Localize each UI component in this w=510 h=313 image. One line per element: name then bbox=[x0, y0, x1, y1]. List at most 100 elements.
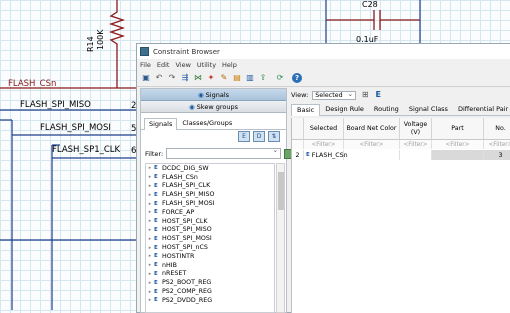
expand-triangle-icon[interactable]: ▸ bbox=[146, 253, 154, 259]
signal-list-item[interactable]: ▸ E HOST_SPI_MOSI bbox=[146, 234, 274, 243]
signals-section-bar[interactable]: ◉ Signals bbox=[141, 89, 286, 101]
tab-signal-class[interactable]: Signal Class bbox=[404, 104, 453, 115]
signal-filter-icon[interactable]: ⇶ bbox=[180, 73, 190, 83]
net-icon[interactable]: E bbox=[373, 90, 383, 100]
signal-list-item[interactable]: ▸ EnHIB bbox=[146, 261, 274, 270]
signal-list-item[interactable]: ▸ E HOST_SPI_CLK bbox=[146, 217, 274, 226]
row-board-net-color-cell[interactable] bbox=[344, 150, 400, 160]
net-icon: E bbox=[154, 226, 158, 233]
signal-list-item[interactable]: ▸ E HOSTINTR bbox=[146, 252, 274, 261]
menu-utility[interactable]: Utility bbox=[197, 61, 216, 69]
signal-list-item[interactable]: ▸ E FORCE_AP bbox=[146, 208, 274, 217]
filter-no[interactable]: <Filter> bbox=[484, 140, 510, 149]
view-row: View: Selected ⊞ E bbox=[291, 88, 510, 102]
expand-triangle-icon[interactable]: ▸ bbox=[146, 280, 154, 286]
expand-triangle-icon[interactable]: ▸ bbox=[146, 165, 154, 171]
expand-triangle-icon[interactable]: ▸ bbox=[146, 245, 154, 251]
expand-triangle-icon[interactable]: ▸ bbox=[146, 218, 154, 224]
signal-list-item[interactable]: ▸ E PS2_BOOT_REG bbox=[146, 278, 274, 287]
signal-list-item[interactable]: ▸ E FLASH_SPI_MISO bbox=[146, 190, 274, 199]
net-label-spi-mosi[interactable]: FLASH_SPI_MOSI bbox=[40, 123, 111, 133]
filter-board-net-color[interactable]: <Filter> bbox=[344, 140, 400, 149]
col-voltage[interactable]: Voltage (V) bbox=[400, 118, 432, 140]
signal-list-item[interactable]: ▸ E HOST_SPI_nCS bbox=[146, 243, 274, 252]
column-settings-icon[interactable]: ⊞ bbox=[360, 90, 370, 100]
filter-part[interactable]: <Filter> bbox=[432, 140, 484, 149]
undo-icon[interactable]: ↶ bbox=[154, 73, 164, 83]
tab-basic[interactable]: Basic bbox=[291, 104, 321, 116]
signal-list-item[interactable]: ▸ E HOST_SPI_MISO bbox=[146, 226, 274, 235]
redo-icon[interactable]: ↷ bbox=[167, 73, 177, 83]
scrollbar-thumb[interactable] bbox=[278, 172, 284, 210]
title-bar[interactable]: Constraint Browser bbox=[137, 44, 510, 59]
edit-rules-icon[interactable]: ✎ bbox=[219, 73, 229, 83]
row-no-cell[interactable]: 3 bbox=[484, 150, 510, 160]
net-label-flash-csn[interactable]: FLASH_CSn bbox=[8, 79, 56, 89]
menu-help[interactable]: Help bbox=[222, 61, 237, 69]
expand-triangle-icon[interactable]: ▸ bbox=[146, 201, 154, 207]
filter-row-index bbox=[292, 140, 304, 149]
signal-name: PS2_DVDD_REG bbox=[162, 296, 213, 304]
view-select[interactable]: Selected bbox=[312, 90, 357, 100]
expand-triangle-icon[interactable]: ▸ bbox=[146, 289, 154, 295]
filter-selected[interactable]: <Filter> bbox=[304, 140, 344, 149]
refresh-icon[interactable]: ⟳ bbox=[275, 73, 285, 83]
skew-groups-section-bar[interactable]: ◉ Skew groups bbox=[141, 101, 286, 113]
wizard-icon[interactable]: ✦ bbox=[206, 73, 216, 83]
row-part-cell[interactable] bbox=[432, 150, 484, 160]
net-icon: E bbox=[154, 200, 158, 207]
signal-list-scrollbar[interactable] bbox=[276, 163, 285, 313]
net-icon: E bbox=[154, 182, 158, 189]
expand-triangle-icon[interactable]: ▸ bbox=[146, 297, 154, 303]
net-label-spi-clk[interactable]: FLASH_SP1_CLK bbox=[52, 145, 120, 155]
filter-voltage[interactable]: <Filter> bbox=[400, 140, 432, 149]
tab-differential-pair-routing[interactable]: Differential Pair Routing bbox=[453, 104, 510, 115]
save-icon[interactable]: ▣ bbox=[141, 73, 151, 83]
net-icon: E bbox=[306, 152, 310, 158]
col-no[interactable]: No. bbox=[484, 118, 510, 140]
signal-list-item[interactable]: ▸ E FLASH_SPI_MOSI bbox=[146, 199, 274, 208]
collapse-icon[interactable]: D bbox=[253, 131, 265, 142]
menu-file[interactable]: File bbox=[140, 61, 151, 69]
net-group-icon[interactable]: ⋈ bbox=[193, 73, 203, 83]
tab-signals[interactable]: Signals bbox=[144, 118, 178, 130]
expand-triangle-icon[interactable]: ▸ bbox=[146, 209, 154, 215]
signal-list-item[interactable]: ▸ E PS2_DVDD_REG bbox=[146, 296, 274, 305]
signal-list-item[interactable]: ▸ E FLASH_CSn bbox=[146, 173, 274, 182]
signal-list-item[interactable]: ▸ E DCDC_DIG_SW bbox=[146, 164, 274, 173]
col-selected[interactable]: Selected bbox=[304, 118, 344, 140]
filter-input[interactable] bbox=[166, 146, 282, 159]
chart-icon[interactable]: ▥ bbox=[245, 73, 255, 83]
expand-triangle-icon[interactable]: ▸ bbox=[146, 236, 154, 242]
expand-triangle-icon[interactable]: ▸ bbox=[146, 192, 154, 198]
tab-classes-groups[interactable]: Classes/Groups bbox=[177, 117, 237, 129]
expand-triangle-icon[interactable]: ▸ bbox=[146, 174, 154, 180]
expand-triangle-icon[interactable]: ▸ bbox=[146, 271, 154, 277]
tab-routing[interactable]: Routing bbox=[369, 104, 404, 115]
col-part[interactable]: Part bbox=[432, 118, 484, 140]
signal-list-item[interactable]: ▸ E PS2_COMP_REG bbox=[146, 287, 274, 296]
export-icon[interactable]: ⇪ bbox=[258, 73, 268, 83]
mini-toolbar: E D ⇅ bbox=[235, 131, 280, 142]
filter-label: Filter: bbox=[145, 149, 164, 158]
expand-triangle-icon[interactable]: ▸ bbox=[146, 183, 154, 189]
details-tabs: Basic Design Rule Routing Signal Class D… bbox=[291, 102, 510, 116]
menu-edit[interactable]: Edit bbox=[157, 61, 170, 69]
report-icon[interactable]: ▤ bbox=[232, 73, 242, 83]
expand-icon[interactable]: E bbox=[238, 131, 250, 142]
help-icon[interactable]: ? bbox=[292, 73, 302, 83]
sort-icon[interactable]: ⇅ bbox=[268, 131, 280, 142]
net-icon: E bbox=[154, 279, 158, 286]
tab-design-rule[interactable]: Design Rule bbox=[320, 104, 369, 115]
col-board-net-color[interactable]: Board Net Color bbox=[344, 118, 400, 140]
net-label-spi-miso[interactable]: FLASH_SPI_MISO bbox=[20, 100, 91, 110]
net-icon: E bbox=[154, 235, 158, 242]
expand-triangle-icon[interactable]: ▸ bbox=[146, 262, 154, 268]
signal-name: FLASH_SPI_CLK bbox=[162, 182, 211, 190]
row-voltage-cell[interactable] bbox=[400, 150, 432, 160]
signal-list-item[interactable]: ▸ EnRESET bbox=[146, 270, 274, 279]
signal-list-item[interactable]: ▸ E FLASH_SPI_CLK bbox=[146, 182, 274, 191]
row-selected-cell[interactable]: E FLASH_CSn bbox=[304, 150, 348, 160]
menu-view[interactable]: View bbox=[175, 61, 190, 69]
expand-triangle-icon[interactable]: ▸ bbox=[146, 227, 154, 233]
